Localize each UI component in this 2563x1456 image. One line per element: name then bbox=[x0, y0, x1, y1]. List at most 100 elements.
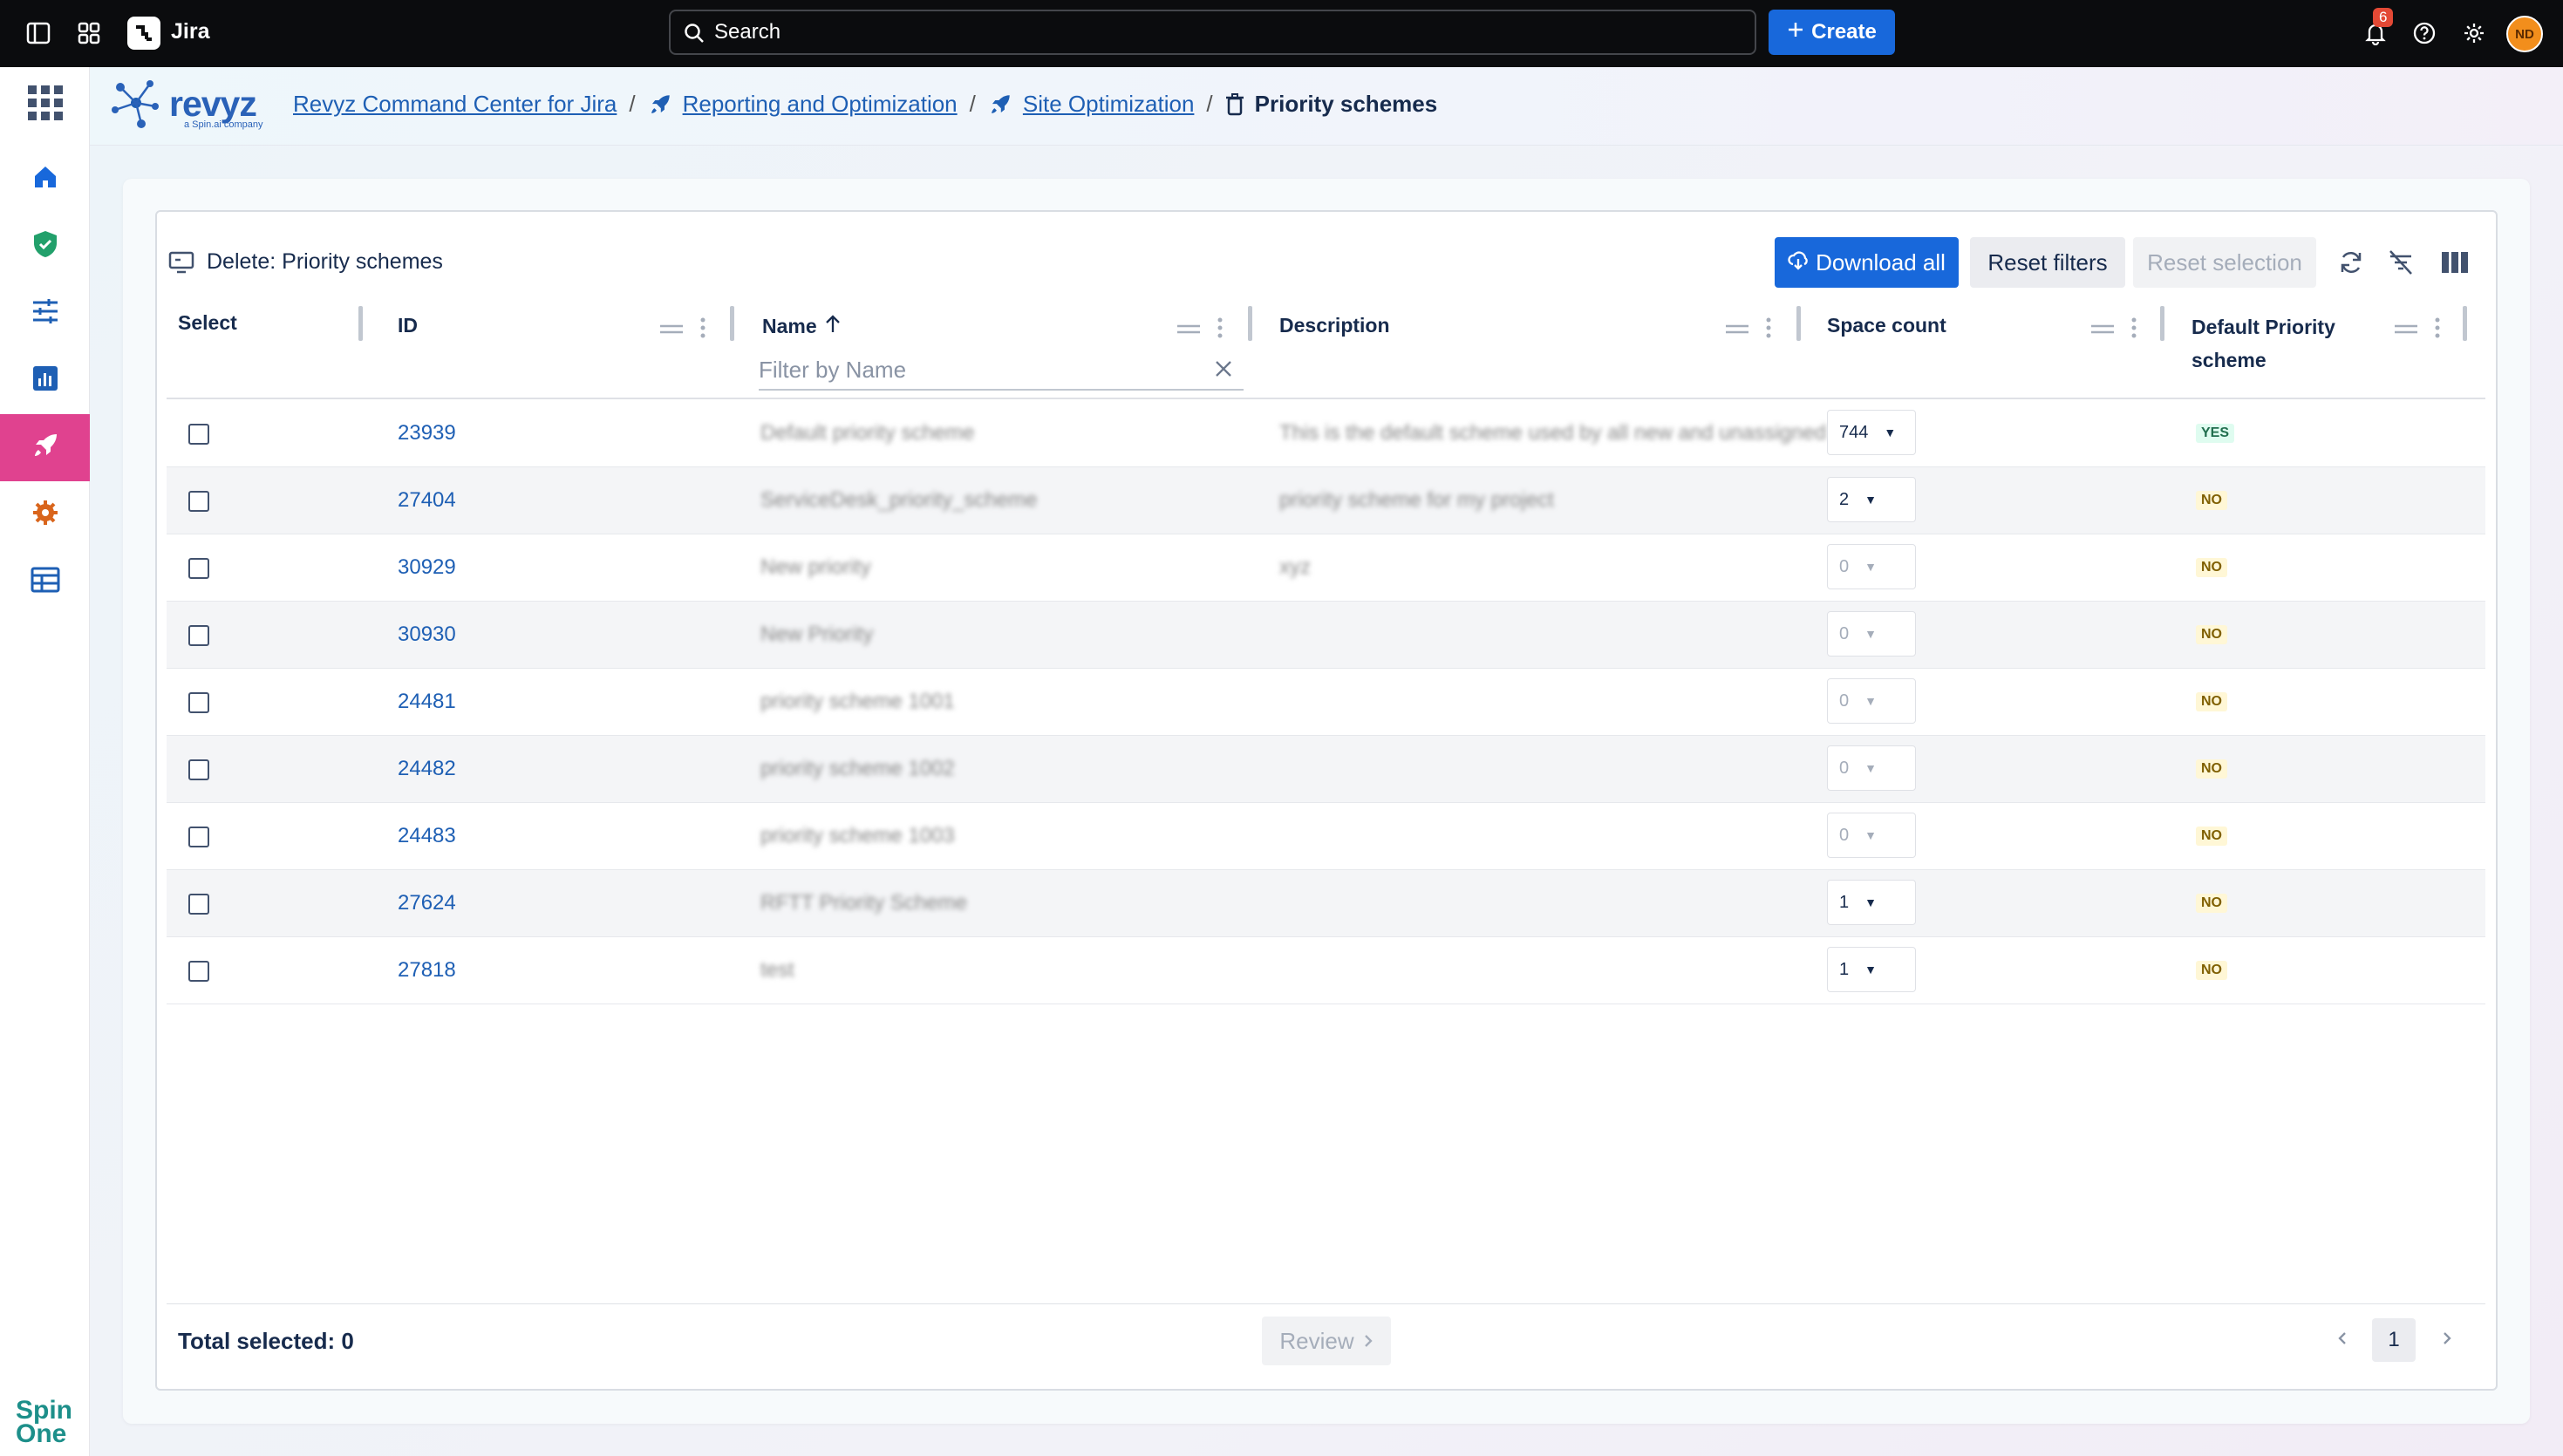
row-checkbox[interactable] bbox=[188, 491, 209, 512]
columns-icon[interactable] bbox=[2440, 248, 2470, 277]
drag-handle-icon[interactable] bbox=[660, 323, 683, 338]
settings-gear-icon[interactable] bbox=[2458, 17, 2490, 49]
name-filter-input[interactable]: Filter by Name bbox=[759, 350, 1244, 391]
row-name: Default priority scheme bbox=[760, 421, 975, 445]
row-checkbox[interactable] bbox=[188, 625, 209, 646]
column-resize-handle[interactable] bbox=[2160, 306, 2164, 341]
row-id-link[interactable]: 30929 bbox=[398, 555, 456, 580]
breadcrumb-current: Priority schemes bbox=[1254, 91, 1438, 117]
table-row[interactable]: 24482 priority scheme 1002 0 ▼ NO bbox=[167, 736, 2485, 803]
space-count-dropdown[interactable]: 0 ▼ bbox=[1827, 544, 1916, 589]
space-count-value: 0 bbox=[1839, 691, 1850, 711]
table-row[interactable]: 24483 priority scheme 1003 0 ▼ NO bbox=[167, 803, 2485, 870]
space-count-dropdown[interactable]: 0 ▼ bbox=[1827, 813, 1916, 858]
drag-handle-icon[interactable] bbox=[1177, 323, 1200, 338]
column-header-description[interactable]: Description bbox=[1279, 314, 1390, 337]
row-id-link[interactable]: 30930 bbox=[398, 623, 456, 647]
sidebar-item-settings[interactable] bbox=[0, 481, 90, 548]
jira-logo-icon[interactable] bbox=[127, 17, 160, 50]
space-count-dropdown[interactable]: 1 ▼ bbox=[1827, 947, 1916, 992]
app-name[interactable]: Jira bbox=[171, 19, 209, 44]
refresh-icon[interactable] bbox=[2336, 248, 2366, 277]
column-header-name[interactable]: Name bbox=[762, 314, 842, 338]
review-button[interactable]: Review bbox=[1262, 1317, 1391, 1365]
drag-handle-icon[interactable] bbox=[2395, 323, 2417, 338]
column-menu-icon[interactable] bbox=[1766, 317, 1771, 343]
sidebar-item-apps[interactable] bbox=[0, 71, 90, 139]
sidebar-item-reports[interactable] bbox=[0, 347, 90, 414]
table-row[interactable]: 27624 RFTT Priority Scheme 1 ▼ NO bbox=[167, 870, 2485, 937]
column-resize-handle[interactable] bbox=[730, 306, 734, 341]
row-name: New priority bbox=[760, 555, 871, 579]
sidebar-item-backup[interactable] bbox=[0, 213, 90, 280]
drag-handle-icon[interactable] bbox=[2091, 323, 2114, 338]
row-id-link[interactable]: 23939 bbox=[398, 421, 456, 446]
table-row[interactable]: 30929 New priority xyz 0 ▼ NO bbox=[167, 534, 2485, 602]
breadcrumb-item-command-center[interactable]: Revyz Command Center for Jira bbox=[293, 91, 617, 118]
table-row[interactable]: 30930 New Priority 0 ▼ NO bbox=[167, 602, 2485, 669]
column-resize-handle[interactable] bbox=[2463, 306, 2467, 341]
row-id-link[interactable]: 24483 bbox=[398, 824, 456, 848]
next-page-button[interactable] bbox=[2430, 1318, 2464, 1362]
row-id-link[interactable]: 27818 bbox=[398, 958, 456, 983]
download-all-button[interactable]: Download all bbox=[1775, 237, 1959, 288]
clear-filter-icon[interactable] bbox=[2386, 248, 2416, 277]
space-count-dropdown[interactable]: 0 ▼ bbox=[1827, 745, 1916, 791]
sidebar-toggle-icon[interactable] bbox=[23, 17, 54, 49]
previous-page-button[interactable] bbox=[2325, 1318, 2360, 1362]
breadcrumb-item-reporting[interactable]: Reporting and Optimization bbox=[683, 91, 958, 118]
column-menu-icon[interactable] bbox=[1217, 317, 1223, 343]
column-header-default-priority-scheme[interactable]: Default Priority scheme bbox=[2192, 310, 2335, 377]
sort-ascending-icon[interactable] bbox=[824, 314, 842, 338]
breadcrumb-item-site-optimization[interactable]: Site Optimization bbox=[1023, 91, 1195, 118]
space-count-dropdown[interactable]: 0 ▼ bbox=[1827, 678, 1916, 724]
app-switcher-icon[interactable] bbox=[73, 17, 105, 49]
row-checkbox[interactable] bbox=[188, 827, 209, 847]
table-row[interactable]: 27404 ServiceDesk_priority_scheme priori… bbox=[167, 467, 2485, 534]
column-resize-handle[interactable] bbox=[1796, 306, 1801, 341]
table-row[interactable]: 23939 Default priority scheme This is th… bbox=[167, 400, 2485, 467]
chevron-down-icon: ▼ bbox=[1864, 694, 1877, 708]
column-header-space-count[interactable]: Space count bbox=[1827, 314, 1946, 337]
row-id-link[interactable]: 24481 bbox=[398, 690, 456, 714]
column-header-id[interactable]: ID bbox=[398, 314, 418, 337]
reset-filters-button[interactable]: Reset filters bbox=[1970, 237, 2125, 288]
search-input[interactable]: Search bbox=[669, 10, 1756, 55]
sidebar-item-configuration[interactable] bbox=[0, 280, 90, 347]
column-menu-icon[interactable] bbox=[2131, 317, 2137, 343]
column-resize-handle[interactable] bbox=[358, 306, 363, 341]
table-row[interactable]: 24481 priority scheme 1001 0 ▼ NO bbox=[167, 669, 2485, 736]
space-count-dropdown[interactable]: 744 ▼ bbox=[1827, 410, 1916, 455]
trash-icon bbox=[1225, 92, 1244, 116]
row-checkbox[interactable] bbox=[188, 759, 209, 780]
drag-handle-icon[interactable] bbox=[1726, 323, 1748, 338]
help-icon[interactable] bbox=[2409, 17, 2440, 49]
row-checkbox[interactable] bbox=[188, 692, 209, 713]
space-count-dropdown[interactable]: 0 ▼ bbox=[1827, 611, 1916, 657]
create-button[interactable]: Create bbox=[1769, 10, 1895, 55]
row-id-link[interactable]: 27404 bbox=[398, 488, 456, 513]
row-checkbox[interactable] bbox=[188, 961, 209, 982]
page-number-button[interactable]: 1 bbox=[2372, 1318, 2416, 1362]
sidebar-item-home[interactable] bbox=[0, 146, 90, 213]
revyz-tagline: a Spin.ai company bbox=[184, 119, 263, 130]
sidebar-item-site-optimization[interactable] bbox=[0, 414, 90, 481]
column-tools-space-count bbox=[2091, 317, 2137, 343]
column-header-select: Select bbox=[178, 311, 237, 334]
avatar[interactable]: ND bbox=[2506, 16, 2543, 52]
row-id-link[interactable]: 24482 bbox=[398, 757, 456, 781]
sidebar-item-tables[interactable] bbox=[0, 548, 90, 616]
space-count-dropdown[interactable]: 1 ▼ bbox=[1827, 880, 1916, 925]
reset-selection-button[interactable]: Reset selection bbox=[2133, 237, 2316, 288]
row-checkbox[interactable] bbox=[188, 894, 209, 915]
row-checkbox[interactable] bbox=[188, 558, 209, 579]
space-count-dropdown[interactable]: 2 ▼ bbox=[1827, 477, 1916, 522]
clear-filter-x-icon[interactable] bbox=[1212, 357, 1235, 386]
column-menu-icon[interactable] bbox=[2435, 317, 2440, 343]
row-checkbox[interactable] bbox=[188, 424, 209, 445]
chevron-down-icon: ▼ bbox=[1864, 560, 1877, 574]
table-row[interactable]: 27818 test 1 ▼ NO bbox=[167, 937, 2485, 1004]
row-id-link[interactable]: 27624 bbox=[398, 891, 456, 915]
column-menu-icon[interactable] bbox=[700, 317, 706, 343]
column-resize-handle[interactable] bbox=[1248, 306, 1252, 341]
